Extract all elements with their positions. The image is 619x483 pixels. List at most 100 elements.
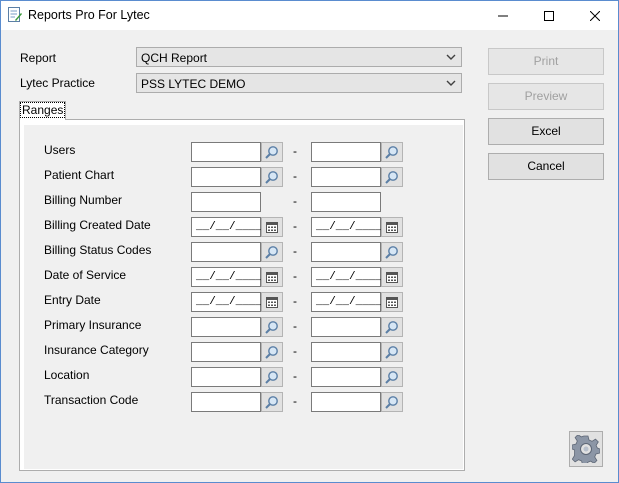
entry-date-to-input[interactable]: __/__/____ (311, 292, 382, 312)
billing-created-date-from-calendar-button[interactable] (261, 217, 283, 237)
users-from-input[interactable] (191, 142, 261, 162)
maximize-button[interactable] (526, 1, 572, 30)
range-label-users: Users (44, 143, 76, 157)
entry-date-from-input[interactable]: __/__/____ (191, 292, 262, 312)
practice-label: Lytec Practice (20, 76, 95, 90)
report-select[interactable]: QCH Report (136, 47, 462, 67)
billing-number-from-input[interactable] (191, 192, 261, 212)
insurance-category-from-lookup-button[interactable] (261, 342, 283, 362)
range-label-transaction-code: Transaction Code (44, 393, 139, 407)
range-label-billing-status-codes: Billing Status Codes (44, 243, 152, 257)
maximize-icon (544, 10, 554, 21)
billing-created-date-from-input[interactable]: __/__/____ (191, 217, 262, 237)
cancel-button[interactable]: Cancel (488, 153, 604, 180)
practice-select[interactable]: PSS LYTEC DEMO (136, 73, 462, 93)
billing-number-to-input[interactable] (311, 192, 381, 212)
transaction-code-from-input[interactable] (191, 392, 261, 412)
practice-select-value: PSS LYTEC DEMO (141, 77, 246, 91)
chevron-down-icon (446, 80, 456, 86)
range-separator: - (293, 269, 297, 283)
range-label-primary-insurance: Primary Insurance (44, 318, 142, 332)
close-button[interactable] (572, 1, 618, 30)
primary-insurance-to-lookup-button[interactable] (381, 317, 403, 337)
billing-status-codes-from-lookup-button[interactable] (261, 242, 283, 262)
date-of-service-to-input[interactable]: __/__/____ (311, 267, 382, 287)
insurance-category-from-input[interactable] (191, 342, 261, 362)
magnifier-icon (265, 170, 279, 184)
report-select-value: QCH Report (141, 51, 208, 65)
range-separator: - (293, 319, 297, 333)
range-label-billing-number: Billing Number (44, 193, 123, 207)
billing-status-codes-to-lookup-button[interactable] (381, 242, 403, 262)
minimize-button[interactable] (480, 1, 526, 30)
range-label-location: Location (44, 368, 90, 382)
range-label-patient-chart: Patient Chart (44, 168, 115, 182)
magnifier-icon (265, 395, 279, 409)
transaction-code-to-lookup-button[interactable] (381, 392, 403, 412)
transaction-code-from-lookup-button[interactable] (261, 392, 283, 412)
range-label-insurance-category: Insurance Category (44, 343, 149, 357)
magnifier-icon (385, 245, 399, 259)
range-label-date-of-service: Date of Service (44, 268, 127, 282)
calendar-icon (386, 221, 398, 233)
insurance-category-to-lookup-button[interactable] (381, 342, 403, 362)
magnifier-icon (265, 320, 279, 334)
patient-chart-from-input[interactable] (191, 167, 261, 187)
magnifier-icon (385, 320, 399, 334)
users-to-input[interactable] (311, 142, 381, 162)
tab-ranges-label: Ranges (20, 102, 66, 118)
date-of-service-to-calendar-button[interactable] (381, 267, 403, 287)
insurance-category-to-input[interactable] (311, 342, 381, 362)
billing-created-date-to-input[interactable]: __/__/____ (311, 217, 382, 237)
transaction-code-to-input[interactable] (311, 392, 381, 412)
range-separator: - (293, 244, 297, 258)
minimize-icon (498, 15, 508, 16)
users-from-lookup-button[interactable] (261, 142, 283, 162)
magnifier-icon (265, 370, 279, 384)
magnifier-icon (385, 345, 399, 359)
report-label: Report (20, 51, 57, 65)
magnifier-icon (265, 345, 279, 359)
main-window: Reports Pro For Lytec Report QCH Report … (0, 0, 619, 483)
location-from-lookup-button[interactable] (261, 367, 283, 387)
billing-created-date-to-calendar-button[interactable] (381, 217, 403, 237)
magnifier-icon (385, 170, 399, 184)
range-separator: - (293, 294, 297, 308)
calendar-icon (386, 271, 398, 283)
close-icon (590, 10, 600, 21)
entry-date-to-calendar-button[interactable] (381, 292, 403, 312)
range-separator: - (293, 169, 297, 183)
magnifier-icon (265, 245, 279, 259)
calendar-icon (386, 296, 398, 308)
primary-insurance-from-input[interactable] (191, 317, 261, 337)
billing-status-codes-from-input[interactable] (191, 242, 261, 262)
excel-button[interactable]: Excel (488, 118, 604, 145)
location-to-input[interactable] (311, 367, 381, 387)
range-label-entry-date: Entry Date (44, 293, 101, 307)
patient-chart-to-input[interactable] (311, 167, 381, 187)
date-of-service-from-calendar-button[interactable] (261, 267, 283, 287)
settings-button[interactable] (569, 431, 603, 467)
entry-date-from-calendar-button[interactable] (261, 292, 283, 312)
primary-insurance-to-input[interactable] (311, 317, 381, 337)
calendar-icon (266, 221, 278, 233)
range-separator: - (293, 394, 297, 408)
patient-chart-to-lookup-button[interactable] (381, 167, 403, 187)
patient-chart-from-lookup-button[interactable] (261, 167, 283, 187)
preview-button[interactable]: Preview (488, 83, 604, 110)
location-to-lookup-button[interactable] (381, 367, 403, 387)
chevron-down-icon (446, 54, 456, 60)
title-bar: Reports Pro For Lytec (1, 1, 618, 30)
window-title: Reports Pro For Lytec (28, 8, 150, 22)
users-to-lookup-button[interactable] (381, 142, 403, 162)
tab-ranges[interactable]: Ranges (19, 101, 66, 120)
location-from-input[interactable] (191, 367, 261, 387)
print-button[interactable]: Print (488, 48, 604, 75)
range-separator: - (293, 144, 297, 158)
billing-status-codes-to-input[interactable] (311, 242, 381, 262)
magnifier-icon (385, 395, 399, 409)
date-of-service-from-input[interactable]: __/__/____ (191, 267, 262, 287)
range-separator: - (293, 344, 297, 358)
primary-insurance-from-lookup-button[interactable] (261, 317, 283, 337)
app-icon (8, 7, 22, 23)
